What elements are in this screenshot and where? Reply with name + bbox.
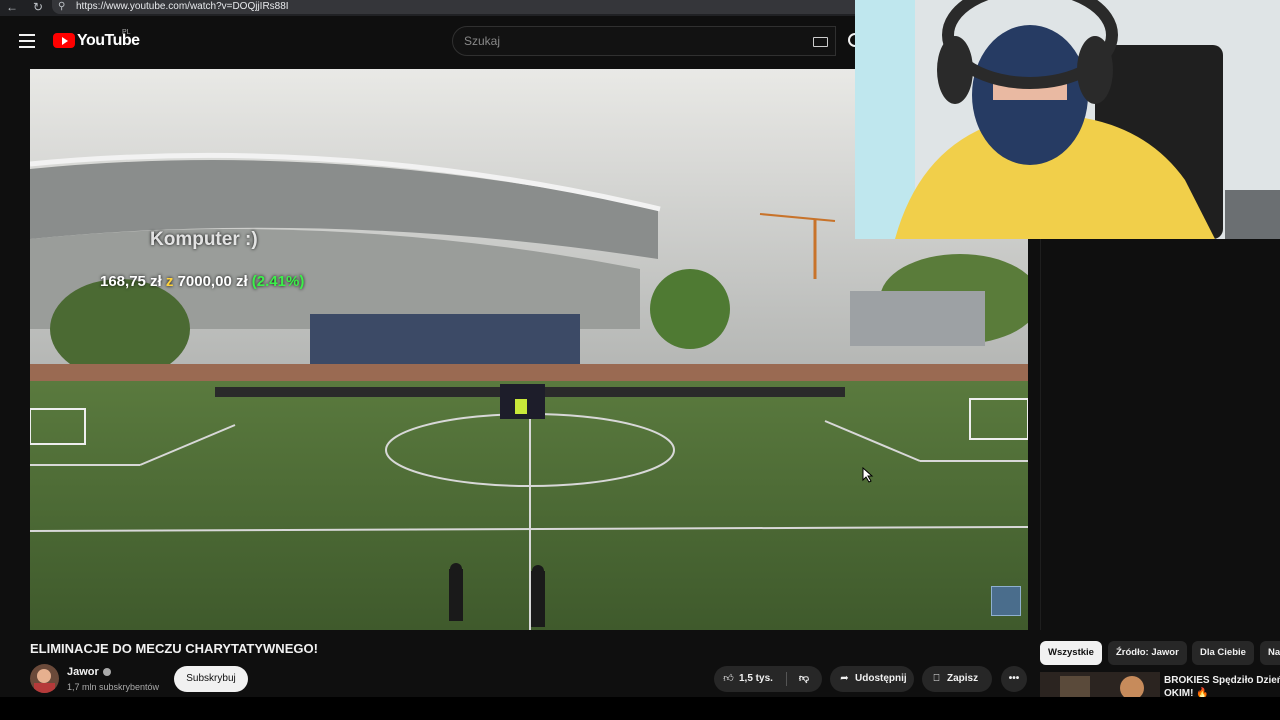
donation-overlay-title: Komputer :) [150, 229, 258, 250]
save-label: Zapisz [947, 673, 979, 684]
channel-name[interactable]: Jawor [67, 666, 111, 678]
reload-icon[interactable]: ↻ [30, 0, 46, 16]
share-arrow-icon: ➦ [840, 673, 849, 684]
recommendation-thumbnail-image [1040, 672, 1160, 700]
thumbs-down-icon: 👎︎ [798, 673, 810, 684]
chip-all[interactable]: Wszystkie [1040, 641, 1102, 665]
mouse-cursor-icon [862, 467, 874, 483]
save-button[interactable]: ⎕ Zapisz [922, 666, 992, 692]
search-placeholder: Szukaj [464, 34, 501, 48]
more-actions-button[interactable]: ••• [1001, 666, 1027, 692]
keyboard-icon[interactable] [813, 37, 828, 47]
recommendation-title-line1: BROKIES Spędziło Dzień z [1164, 675, 1280, 686]
thumbs-up-icon: 👍︎ [723, 673, 734, 684]
like-button[interactable]: 👍︎ 1,5 tys. [722, 666, 773, 692]
like-divider [786, 672, 787, 686]
donation-goal: 7000,00 zł [177, 273, 248, 290]
webcam-image [855, 0, 1280, 239]
more-dots-icon: ••• [1008, 673, 1020, 684]
like-count: 1,5 tys. [739, 673, 773, 684]
channel-avatar-image [34, 669, 55, 693]
channel-watermark[interactable] [991, 586, 1021, 616]
share-label: Udostępnij [855, 673, 907, 684]
donation-amount: 168,75 zł [100, 273, 162, 290]
subscribe-button[interactable]: Subskrybuj [174, 666, 248, 692]
channel-name-text[interactable]: Jawor [67, 666, 99, 678]
bookmark-icon: ⎕ [933, 673, 940, 684]
country-code: PL [122, 29, 131, 36]
verified-icon [102, 668, 111, 677]
recommendation-thumbnail[interactable] [1040, 672, 1160, 700]
address-bar[interactable]: ⚲ https://www.youtube.com/watch?v=DOQjjI… [52, 0, 872, 14]
subscriber-count: 1,7 mln subskrybentów [67, 682, 160, 692]
donation-percent: (2.41%) [251, 273, 305, 290]
url-text[interactable]: https://www.youtube.com/watch?v=DOQjjIRs… [76, 0, 289, 14]
chip-source-jawor[interactable]: Źródło: Jawor [1108, 641, 1187, 665]
chip-for-you[interactable]: Dla Ciebie [1192, 641, 1254, 665]
chip-next[interactable]: Na [1260, 641, 1280, 665]
webcam-overlay [855, 0, 1280, 239]
channel-avatar[interactable] [30, 664, 59, 693]
like-dislike-group: 👍︎ 1,5 tys. 👎︎ [714, 666, 822, 692]
video-title: ELIMINACJE DO MECZU CHARYTATYWNEGO! [30, 641, 318, 656]
menu-icon[interactable] [19, 34, 35, 48]
donation-overlay-progress: 168,75 zł z 7000,00 zł (2.41%) [100, 273, 304, 290]
site-info-icon[interactable]: ⚲ [58, 0, 65, 14]
donation-separator: z [165, 273, 174, 290]
back-arrow-icon[interactable]: ← [4, 0, 20, 16]
recommendation-item[interactable]: BROKIES Spędziło Dzień z OKIM! 🔥 [1040, 672, 1280, 700]
search-input[interactable]: Szukaj [452, 26, 836, 56]
sidebar-panel [1040, 239, 1280, 630]
youtube-play-icon [53, 33, 75, 48]
dislike-button[interactable]: 👎︎ [794, 666, 814, 692]
share-button[interactable]: ➦ Udostępnij [830, 666, 914, 692]
taskbar-strip [0, 697, 1280, 720]
